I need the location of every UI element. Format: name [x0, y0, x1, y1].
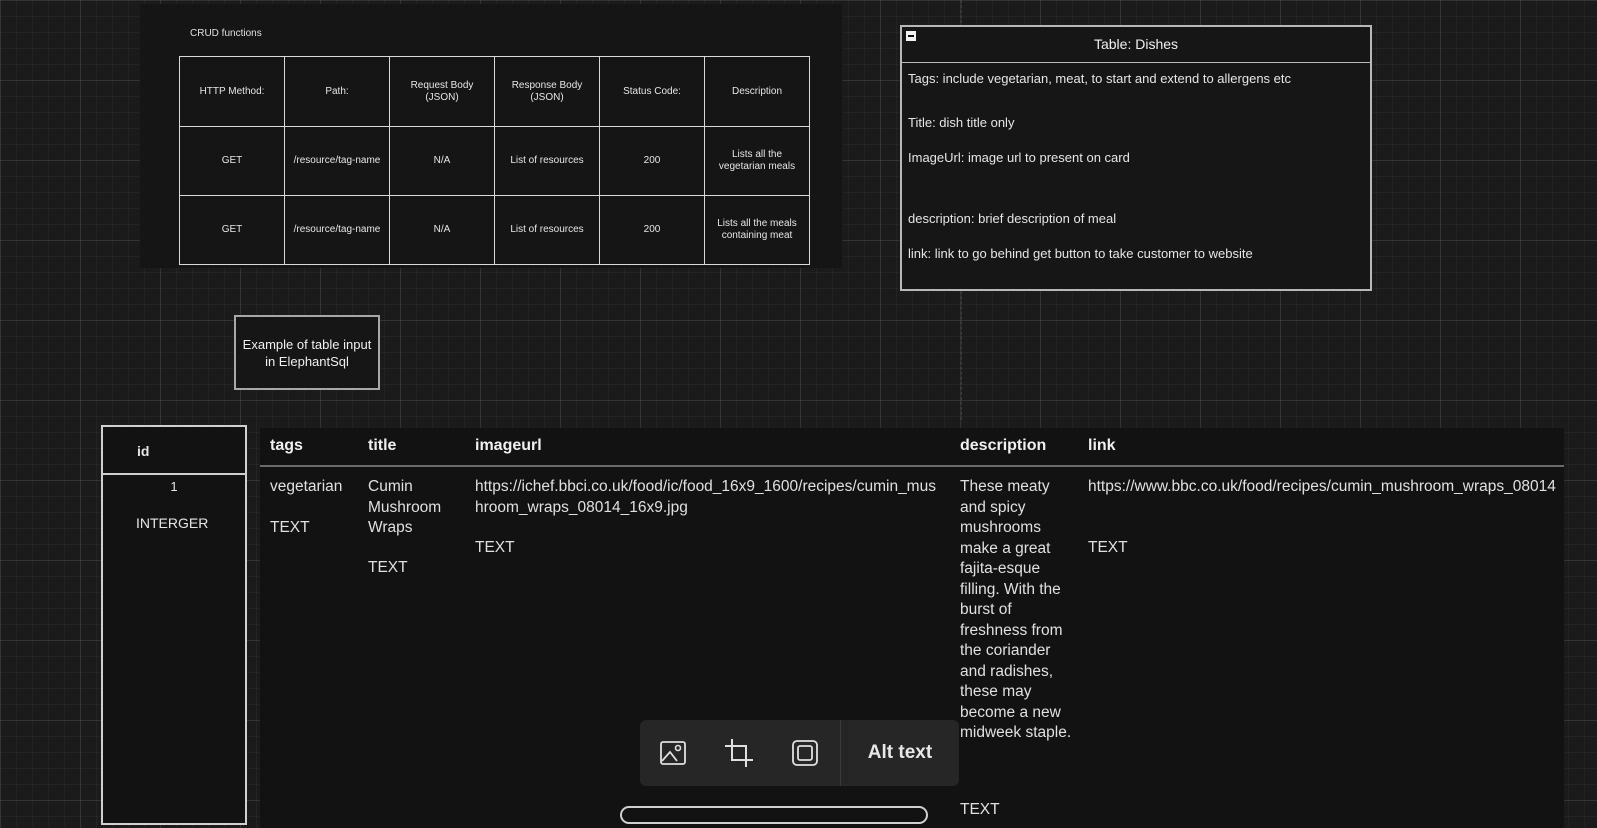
crop-button[interactable] — [706, 720, 772, 786]
id-type: INTERGER — [136, 515, 209, 531]
field-title: Title: dish title only — [908, 115, 1015, 130]
cell-method: GET — [179, 126, 285, 196]
col-header-link: link — [1088, 437, 1116, 454]
header-request-body: Request Body (JSON) — [389, 56, 495, 127]
cell-status: 200 — [599, 195, 705, 265]
cell-description: Lists all the meals containing meat — [704, 195, 810, 265]
dishes-header: Table: Dishes — [902, 27, 1370, 63]
id-separator — [103, 473, 245, 475]
frame-button[interactable] — [772, 720, 838, 786]
col-header-title: title — [368, 437, 397, 454]
table-row: GET /resource/tag-name N/A List of resou… — [179, 195, 810, 265]
cell-link-type: TEXT — [1088, 539, 1128, 556]
dishes-title: Table: Dishes — [1093, 36, 1179, 52]
cell-path: /resource/tag-name — [284, 195, 390, 265]
cell-tags: vegetarian — [270, 478, 343, 495]
replace-image-button[interactable] — [640, 720, 706, 786]
cell-imageurl: https://ichef.bbci.co.uk/food/ic/food_16… — [475, 478, 936, 516]
col-header-tags: tags — [270, 437, 303, 454]
field-tags: Tags: include vegetarian, meat, to start… — [908, 71, 1292, 86]
cell-title-type: TEXT — [368, 559, 408, 576]
image-icon — [660, 741, 686, 765]
header-divider — [260, 465, 1564, 467]
cell-title: Cumin Mushroom Wraps — [368, 478, 442, 536]
id-column-box[interactable]: id 1 INTERGER — [101, 425, 247, 825]
col-header-imageurl: imageurl — [475, 437, 542, 454]
cell-status: 200 — [599, 126, 705, 196]
cell-method: GET — [179, 195, 285, 265]
dishes-table-box[interactable]: Table: Dishes Tags: include vegetarian, … — [900, 25, 1372, 291]
header-http-method: HTTP Method: — [179, 56, 285, 127]
cell-description-type: TEXT — [960, 801, 1000, 818]
note-box[interactable]: Example of table input in ElephantSql — [234, 315, 380, 390]
header-status-code: Status Code: — [599, 56, 705, 127]
cell-description: Lists all the vegetarian meals — [704, 126, 810, 196]
cell-response: List of resources — [494, 195, 600, 265]
id-header: id — [137, 443, 150, 459]
frame-icon — [792, 740, 818, 766]
id-value: 1 — [170, 479, 178, 494]
cell-description: These meaty and spicy mushrooms make a g… — [960, 478, 1072, 741]
resize-handle[interactable] — [620, 806, 928, 824]
table-row: GET /resource/tag-name N/A List of resou… — [179, 126, 810, 196]
cell-response: List of resources — [494, 126, 600, 196]
image-toolbar: Alt text — [640, 720, 959, 786]
col-header-description: description — [960, 437, 1047, 454]
cell-path: /resource/tag-name — [284, 126, 390, 196]
field-link: link: link to go behind get button to ta… — [908, 246, 1253, 261]
table-header-row: HTTP Method: Path: Request Body (JSON) R… — [179, 56, 810, 127]
field-imageurl: ImageUrl: image url to present on card — [908, 150, 1130, 165]
cell-request: N/A — [389, 126, 495, 196]
field-description: description: brief description of meal — [908, 211, 1117, 226]
crop-icon — [725, 739, 753, 767]
crud-title: CRUD functions — [190, 28, 262, 39]
cell-link: https://www.bbc.co.uk/food/recipes/cumin… — [1088, 478, 1556, 495]
header-description: Description — [704, 56, 810, 127]
crud-table: HTTP Method: Path: Request Body (JSON) R… — [179, 56, 810, 265]
header-path: Path: — [284, 56, 390, 127]
cell-imageurl-type: TEXT — [475, 539, 515, 556]
cell-request: N/A — [389, 195, 495, 265]
alt-text-button[interactable]: Alt text — [841, 742, 959, 764]
header-response-body: Response Body (JSON) — [494, 56, 600, 127]
cell-tags-type: TEXT — [270, 519, 310, 536]
